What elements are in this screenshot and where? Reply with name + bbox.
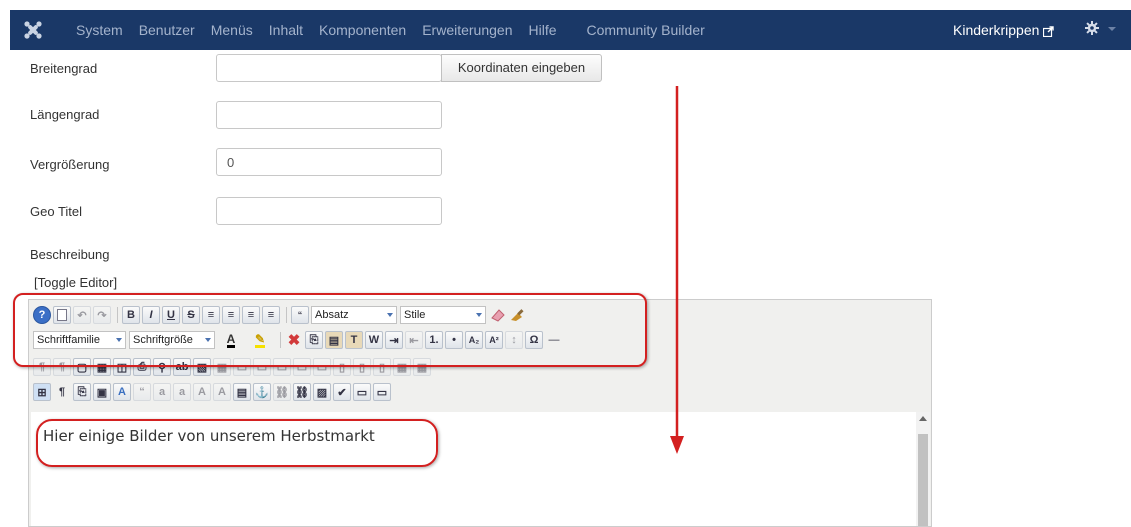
anchor-icon[interactable]: ⚓ (253, 383, 271, 401)
insert-media-icon[interactable]: ▣ (93, 383, 111, 401)
visual-aid-icon[interactable]: ⊞ (33, 383, 51, 401)
site-link[interactable]: Kinderkrippen (953, 22, 1055, 38)
joomla-logo-icon[interactable] (24, 21, 42, 39)
insert-file-icon[interactable]: ⎘ (73, 383, 91, 401)
menu-hilfe[interactable]: Hilfe (528, 22, 556, 38)
menu-komponenten[interactable]: Komponenten (319, 22, 406, 38)
geo-title-label: Geo Titel (30, 204, 83, 219)
readmore-icon[interactable]: ▭ (373, 383, 391, 401)
attributes-icon[interactable]: ▤ (233, 383, 251, 401)
longitude-input[interactable] (216, 101, 442, 129)
spellcheck-icon[interactable]: ✔ (333, 383, 351, 401)
abbr-icon[interactable]: a (153, 383, 171, 401)
menu-system[interactable]: System (76, 22, 123, 38)
main-menu: System Benutzer Menüs Inhalt Komponenten… (76, 10, 721, 50)
menu-inhalt[interactable]: Inhalt (269, 22, 303, 38)
annotation-down-arrow-icon (670, 86, 684, 454)
latitude-label: Breitengrad (30, 61, 98, 76)
external-link-icon (1043, 26, 1055, 38)
menu-erweiterungen[interactable]: Erweiterungen (422, 22, 512, 38)
admin-topbar: System Benutzer Menüs Inhalt Komponenten… (10, 10, 1131, 50)
scrollbar-thumb[interactable] (918, 434, 928, 526)
enter-coordinates-button[interactable]: Koordinaten eingeben (441, 54, 602, 82)
scroll-up-icon[interactable] (919, 416, 927, 421)
zoom-input[interactable] (216, 148, 442, 176)
latitude-input[interactable] (216, 54, 442, 82)
toolbar-row-4: ⊞ ¶ ⎘ ▣ A “ a a A A ▤ ⚓ ⛓ ⛓ ▨ ✔ ▭ ▭ (33, 381, 393, 403)
show-blocks-icon[interactable]: ¶ (53, 383, 71, 401)
settings-gear-icon[interactable] (1085, 21, 1099, 38)
zoom-label: Vergrößerung (30, 157, 110, 172)
unlink-icon[interactable]: ⛓ (273, 383, 291, 401)
cite-icon[interactable]: “ (133, 383, 151, 401)
del-icon[interactable]: A (193, 383, 211, 401)
image-icon[interactable]: ▨ (313, 383, 331, 401)
site-link-label: Kinderkrippen (953, 22, 1040, 38)
longitude-label: Längengrad (30, 107, 100, 122)
acronym-icon[interactable]: a (173, 383, 191, 401)
description-label: Beschreibung (30, 247, 110, 262)
ins-icon[interactable]: A (213, 383, 231, 401)
settings-caret-icon[interactable] (1108, 27, 1116, 31)
menu-menues[interactable]: Menüs (211, 22, 253, 38)
geo-title-input[interactable] (216, 197, 442, 225)
menu-benutzer[interactable]: Benutzer (139, 22, 195, 38)
menu-community-builder[interactable]: Community Builder (587, 22, 705, 38)
editor-scrollbar[interactable] (916, 412, 930, 526)
annotation-content-highlight (36, 419, 438, 467)
styles-icon[interactable]: A (113, 383, 131, 401)
annotation-toolbar-highlight (13, 293, 647, 367)
link-icon[interactable]: ⛓ (293, 383, 311, 401)
toggle-editor-link[interactable]: [Toggle Editor] (34, 275, 117, 290)
page-break-icon[interactable]: ▭ (353, 383, 371, 401)
